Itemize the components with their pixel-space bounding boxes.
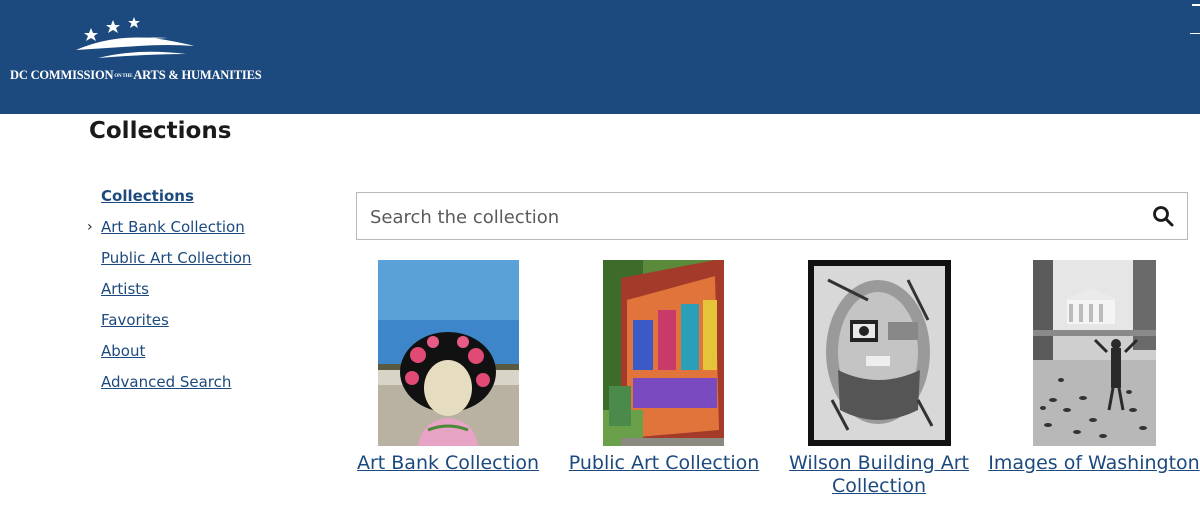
logo-text-right: ARTS & HUMANITIES xyxy=(133,68,262,82)
collection-link[interactable]: Art Bank Collection xyxy=(341,452,555,475)
public-art-collection-thumbnail[interactable] xyxy=(603,260,724,446)
images-of-washington-thumbnail[interactable] xyxy=(1033,260,1156,446)
wilson-building-art-thumbnail[interactable] xyxy=(808,260,951,446)
sidebar-item-advanced-search[interactable]: Advanced Search xyxy=(89,371,319,402)
search-input[interactable] xyxy=(368,201,1132,233)
sidebar-nav: Collections › Art Bank Collection Public… xyxy=(87,185,319,402)
search-box xyxy=(356,192,1188,240)
search-icon[interactable] xyxy=(1151,204,1175,228)
logo-text-small: ON THE xyxy=(114,73,133,79)
sidebar-item-label[interactable]: Artists xyxy=(101,280,149,298)
sidebar-item-artists[interactable]: Artists xyxy=(89,278,319,309)
collection-link[interactable]: Public Art Collection xyxy=(557,452,771,475)
sidebar-item-public-art-collection[interactable]: Public Art Collection xyxy=(89,247,319,278)
sidebar-item-label[interactable]: Advanced Search xyxy=(101,373,231,391)
sidebar-item-label[interactable]: Art Bank Collection xyxy=(101,218,245,236)
logo-text: DC COMMISSIONON THEARTS & HUMANITIES xyxy=(10,68,262,83)
site-header: DC COMMISSIONON THEARTS & HUMANITIES xyxy=(0,0,1200,114)
sidebar-item-label[interactable]: Favorites xyxy=(101,311,169,329)
sidebar-item-label[interactable]: Collections xyxy=(101,187,194,205)
sidebar-item-art-bank-collection[interactable]: › Art Bank Collection xyxy=(87,216,319,247)
logo-text-left: DC COMMISSION xyxy=(10,68,114,82)
art-bank-collection-thumbnail[interactable] xyxy=(378,260,519,446)
sidebar-item-collections[interactable]: Collections xyxy=(89,185,319,216)
page-title: Collections xyxy=(89,118,232,144)
header-edge-fragment xyxy=(1190,0,1200,40)
sidebar-item-about[interactable]: About xyxy=(89,340,319,371)
sidebar-item-favorites[interactable]: Favorites xyxy=(89,309,319,340)
collection-link[interactable]: Wilson Building Art Collection xyxy=(772,452,986,498)
sidebar-item-label[interactable]: Public Art Collection xyxy=(101,249,251,267)
sidebar-item-label[interactable]: About xyxy=(101,342,145,360)
chevron-right-icon[interactable]: › xyxy=(87,219,93,235)
collection-link[interactable]: Images of Washington xyxy=(987,452,1200,475)
stars-flag-logo-graphic xyxy=(76,17,194,58)
